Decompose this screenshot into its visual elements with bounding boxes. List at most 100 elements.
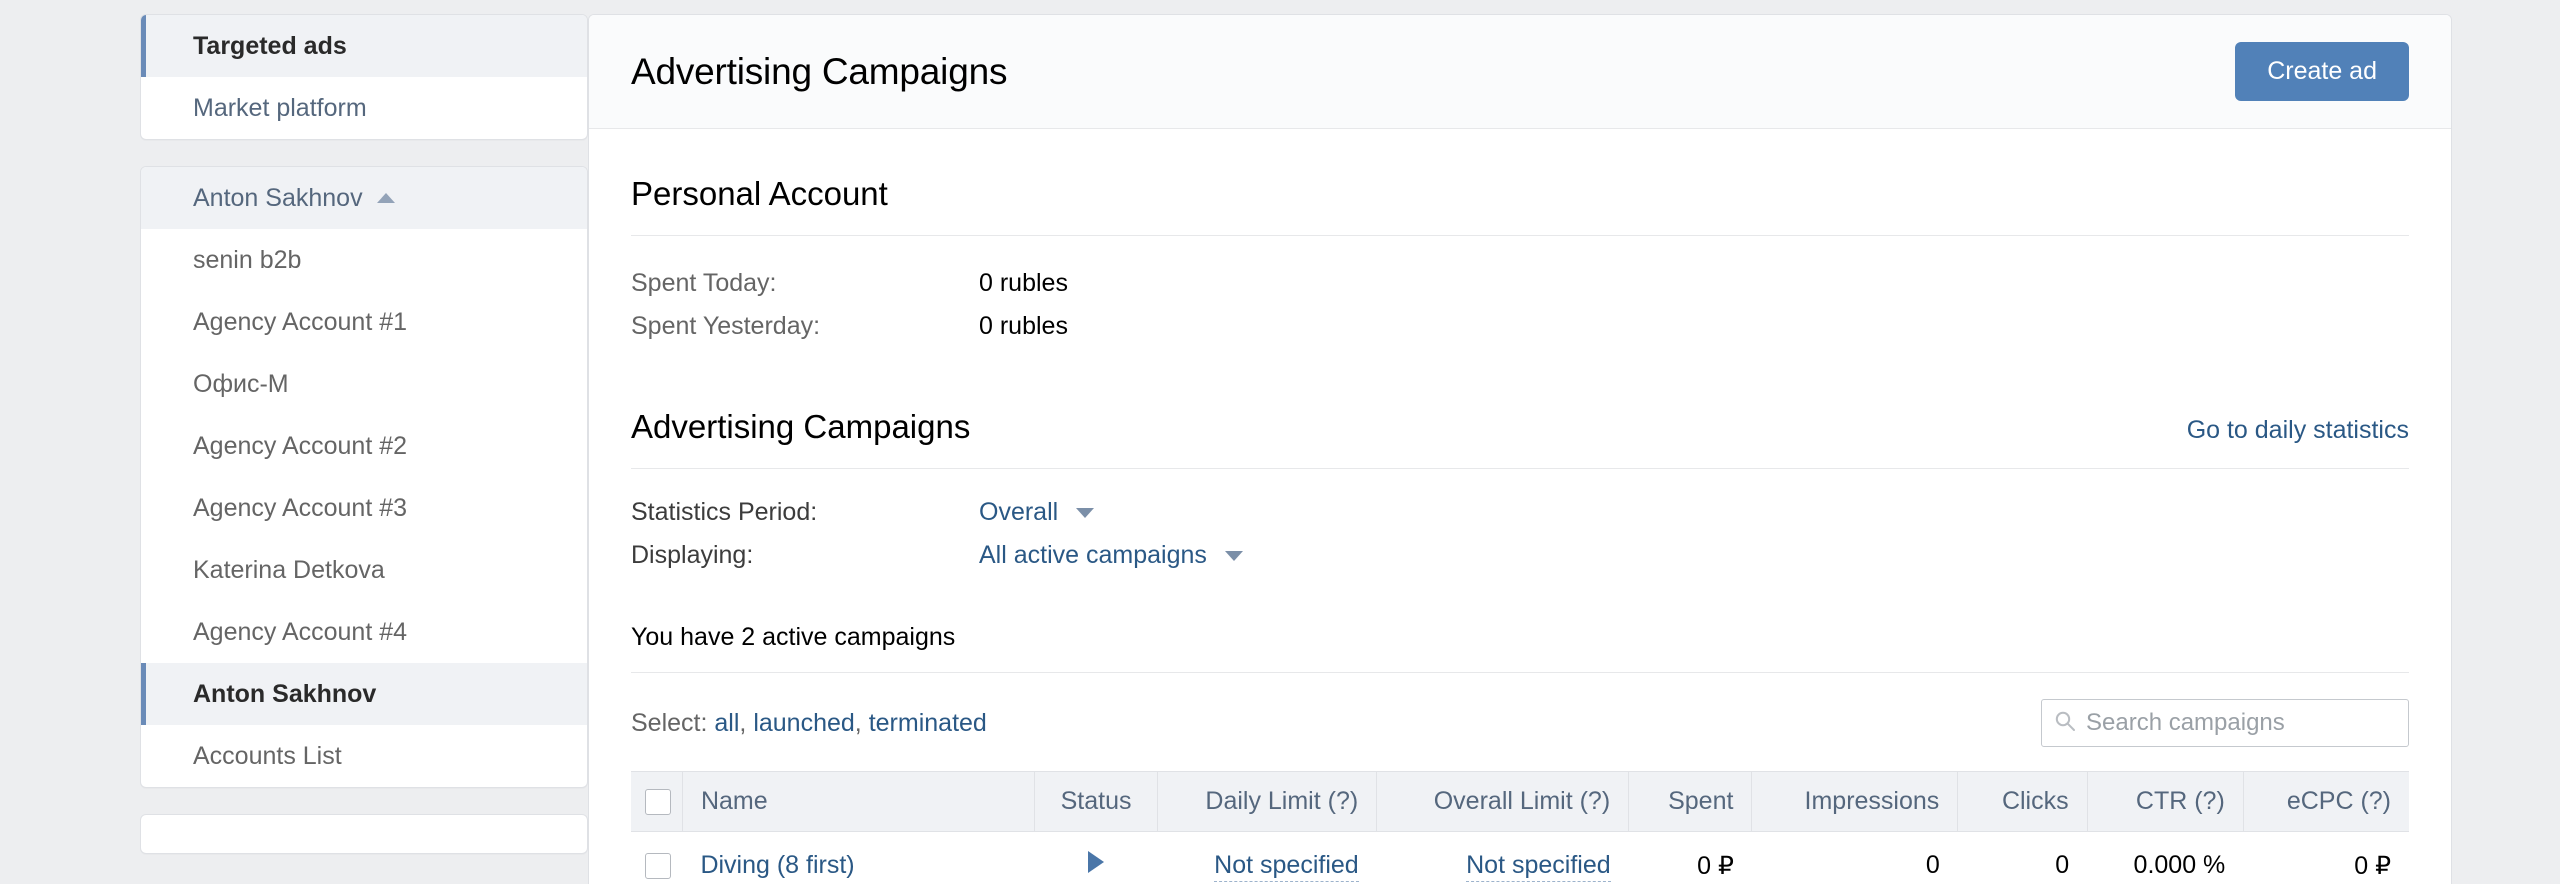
- sidebar-item-label: Anton Sakhnov: [193, 679, 377, 708]
- sidebar-item-label: senin b2b: [193, 245, 302, 274]
- overall-limit-value[interactable]: Not specified: [1466, 851, 1611, 882]
- sidebar-accounts-group-header[interactable]: Anton Sakhnov: [141, 167, 587, 229]
- sidebar-item-label: Accounts List: [193, 741, 342, 770]
- cell-spent: 0 ₽: [1628, 831, 1752, 884]
- sidebar-item-label: Офис-М: [193, 369, 289, 398]
- stat-value: 0 rubles: [979, 269, 1068, 297]
- sidebar-account-agency-4[interactable]: Agency Account #4: [141, 601, 587, 663]
- select-all-link[interactable]: all: [714, 709, 739, 737]
- table-body: Diving (8 first) Not specified Not speci…: [631, 831, 2409, 884]
- sidebar-account-agency-1[interactable]: Agency Account #1: [141, 291, 587, 353]
- search-icon: [2054, 710, 2076, 737]
- row-checkbox[interactable]: [645, 853, 671, 880]
- sidebar-account-agency-3[interactable]: Agency Account #3: [141, 477, 587, 539]
- campaigns-section-title: Advertising Campaigns: [631, 408, 971, 445]
- campaigns-table-wrap: Name Status Daily Limit (?) Overall Limi…: [589, 771, 2451, 884]
- row-select-cell: [631, 831, 683, 884]
- sidebar-accounts-group-label: Anton Sakhnov: [193, 183, 363, 212]
- sidebar-item-label: Market platform: [193, 93, 367, 122]
- col-header-ctr[interactable]: CTR (?): [2087, 771, 2244, 832]
- sidebar-item-label: Katerina Detkova: [193, 555, 385, 584]
- create-ad-button[interactable]: Create ad: [2235, 42, 2409, 101]
- daily-limit-value[interactable]: Not specified: [1214, 851, 1359, 882]
- cell-overall-limit: Not specified: [1376, 831, 1629, 884]
- select-launched-link[interactable]: launched: [753, 709, 854, 737]
- page-title: Advertising Campaigns: [631, 50, 1008, 92]
- select-prefix: Select:: [631, 708, 708, 737]
- col-header-spent[interactable]: Spent: [1628, 771, 1753, 832]
- col-header-status[interactable]: Status: [1034, 771, 1158, 832]
- statistics-period-value: Overall: [979, 498, 1059, 526]
- sidebar-account-anton-sakhnov[interactable]: Anton Sakhnov: [141, 663, 587, 725]
- filter-label: Statistics Period:: [631, 498, 818, 526]
- campaign-filters: Statistics Period: Overall Displaying: A…: [631, 469, 2409, 577]
- personal-account-stats: Spent Today: 0 rubles Spent Yesterday: 0…: [631, 236, 2409, 362]
- personal-account-title: Personal Account: [631, 175, 888, 212]
- cell-daily-limit: Not specified: [1157, 831, 1377, 884]
- cell-status: [1034, 831, 1158, 884]
- cell-clicks: 0: [1957, 831, 2088, 884]
- sidebar-extra-card: [140, 814, 588, 854]
- table-head: Name Status Daily Limit (?) Overall Limi…: [631, 771, 2409, 832]
- play-icon[interactable]: [1088, 851, 1105, 873]
- active-campaigns-note: You have 2 active campaigns: [631, 623, 956, 651]
- statistics-period-dropdown[interactable]: Overall: [979, 491, 1095, 534]
- stat-label: Spent Yesterday:: [631, 312, 821, 340]
- sidebar-item-market-platform[interactable]: Market platform: [141, 77, 587, 139]
- select-all-header-cell: [631, 771, 683, 832]
- sidebar-item-label: Agency Account #1: [193, 307, 408, 336]
- comma: ,: [854, 708, 862, 737]
- campaigns-title-row: Advertising Campaigns Go to daily statis…: [631, 362, 2409, 468]
- sidebar-item-label: Targeted ads: [193, 31, 347, 60]
- sidebar-item-label: Agency Account #4: [193, 617, 408, 646]
- sidebar-nav-card: Targeted ads Market platform: [140, 14, 588, 140]
- filter-label: Displaying:: [631, 541, 754, 569]
- select-and-search-row: Select: all, launched, terminated: [631, 673, 2409, 771]
- col-header-name[interactable]: Name: [682, 771, 1036, 832]
- select-filters: Select: all, launched, terminated: [631, 709, 987, 738]
- main-content: Advertising Campaigns Create ad Personal…: [588, 0, 2560, 884]
- search-input[interactable]: [2086, 709, 2396, 737]
- sidebar-accounts-card: Anton Sakhnov senin b2b Agency Account #…: [140, 166, 588, 788]
- displaying-value: All active campaigns: [979, 541, 1207, 569]
- col-header-overall-limit[interactable]: Overall Limit (?): [1376, 771, 1630, 832]
- sidebar-account-ofis-m[interactable]: Офис-М: [141, 353, 587, 415]
- campaigns-table: Name Status Daily Limit (?) Overall Limi…: [631, 771, 2409, 884]
- cell-impressions: 0: [1751, 831, 1958, 884]
- main-card: Advertising Campaigns Create ad Personal…: [588, 14, 2452, 884]
- page-header: Advertising Campaigns Create ad: [589, 15, 2451, 129]
- search-campaigns-box[interactable]: [2041, 699, 2409, 747]
- chevron-down-icon: [1224, 551, 1243, 562]
- stat-row-spent-yesterday: Spent Yesterday: 0 rubles: [631, 305, 2409, 348]
- table-header-row: Name Status Daily Limit (?) Overall Limi…: [631, 771, 2409, 832]
- col-header-ecpc[interactable]: eCPC (?): [2243, 771, 2409, 832]
- sidebar-account-senin-b2b[interactable]: senin b2b: [141, 229, 587, 291]
- main-body: Personal Account Spent Today: 0 rubles S…: [589, 129, 2451, 771]
- cell-ecpc: 0 ₽: [2243, 831, 2409, 884]
- chevron-up-icon: [376, 193, 395, 203]
- chevron-down-icon: [1076, 508, 1095, 519]
- stat-row-spent-today: Spent Today: 0 rubles: [631, 262, 2409, 305]
- sidebar-accounts-list[interactable]: Accounts List: [141, 725, 587, 787]
- select-all-checkbox[interactable]: [645, 789, 671, 816]
- sidebar-item-targeted-ads[interactable]: Targeted ads: [141, 15, 587, 77]
- col-header-daily-limit[interactable]: Daily Limit (?): [1157, 771, 1378, 832]
- sidebar-item-label: Agency Account #3: [193, 493, 408, 522]
- cell-name: Diving (8 first): [682, 831, 1035, 884]
- app-root: Targeted ads Market platform Anton Sakhn…: [0, 0, 2560, 884]
- sidebar-account-agency-2[interactable]: Agency Account #2: [141, 415, 587, 477]
- filter-statistics-period: Statistics Period: Overall: [631, 491, 2409, 534]
- comma: ,: [739, 708, 747, 737]
- sidebar: Targeted ads Market platform Anton Sakhn…: [0, 0, 588, 884]
- go-to-daily-statistics-link[interactable]: Go to daily statistics: [2187, 416, 2409, 445]
- displaying-dropdown[interactable]: All active campaigns: [979, 534, 1243, 577]
- campaign-name-link[interactable]: Diving (8 first): [700, 851, 854, 879]
- table-row[interactable]: Diving (8 first) Not specified Not speci…: [631, 831, 2409, 884]
- stat-value: 0 rubles: [979, 312, 1068, 340]
- sidebar-account-katerina-detkova[interactable]: Katerina Detkova: [141, 539, 587, 601]
- cell-ctr: 0.000 %: [2087, 831, 2244, 884]
- select-terminated-link[interactable]: terminated: [869, 709, 987, 737]
- col-header-clicks[interactable]: Clicks: [1957, 771, 2088, 832]
- stat-label: Spent Today:: [631, 269, 777, 297]
- col-header-impressions[interactable]: Impressions: [1751, 771, 1959, 832]
